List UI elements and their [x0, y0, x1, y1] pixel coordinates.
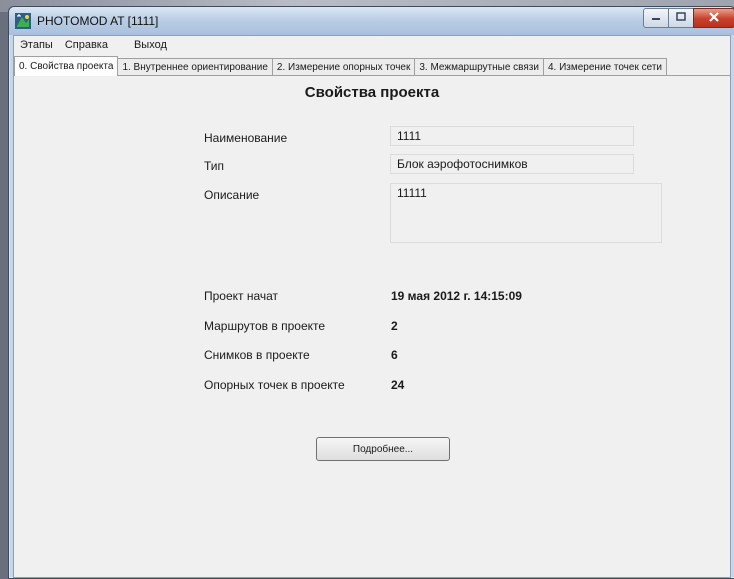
description-field[interactable]: 11111 — [390, 183, 662, 243]
project-properties-panel: Свойства проекта Наименование 1111 Тип Б… — [14, 76, 730, 577]
tab-interior-orientation[interactable]: 1. Внутреннее ориентирование — [117, 58, 273, 75]
window-title: PHOTOMOD AT [1111] — [37, 14, 159, 28]
photomod-app-icon — [15, 13, 31, 29]
maximize-icon — [676, 11, 686, 25]
name-field[interactable]: 1111 — [390, 126, 634, 146]
minimize-icon — [651, 11, 661, 25]
tab-network-points[interactable]: 4. Измерение точек сети — [542, 58, 667, 75]
project-started-label: Проект начат — [204, 289, 279, 303]
images-count-label: Снимков в проекте — [204, 348, 310, 362]
menu-help[interactable]: Справка — [59, 36, 114, 54]
control-points-count-value: 24 — [391, 378, 405, 392]
control-points-count-label: Опорных точек в проекте — [204, 378, 345, 392]
tab-tie-points[interactable]: 3. Межмаршрутные связи — [414, 58, 544, 75]
maximize-button[interactable] — [668, 8, 694, 28]
description-label: Описание — [204, 188, 260, 202]
page-title: Свойства проекта — [304, 84, 440, 101]
type-field[interactable]: Блок аэрофотоснимков — [390, 154, 634, 174]
client-area: Этапы Справка Выход 0. Свойства проекта … — [13, 35, 731, 578]
tab-project-properties[interactable]: 0. Свойства проекта — [14, 56, 119, 76]
routes-count-value: 2 — [391, 319, 398, 333]
project-started-value: 19 мая 2012 г. 14:15:09 — [391, 289, 522, 303]
menu-exit[interactable]: Выход — [128, 36, 173, 54]
details-button[interactable]: Подробнее... — [316, 437, 450, 461]
routes-count-label: Маршрутов в проекте — [204, 319, 326, 333]
type-label: Тип — [204, 159, 225, 173]
app-window: PHOTOMOD AT [1111] Этапы Справка Выход 0… — [8, 6, 734, 579]
title-bar[interactable]: PHOTOMOD AT [1111] — [9, 7, 734, 35]
images-count-value: 6 — [391, 348, 398, 362]
tab-control-points[interactable]: 2. Измерение опорных точек — [271, 58, 416, 75]
tab-strip: 0. Свойства проекта 1. Внутреннее ориент… — [14, 55, 730, 76]
menu-stages[interactable]: Этапы — [14, 36, 59, 54]
close-icon — [708, 11, 720, 26]
close-button[interactable] — [693, 8, 734, 28]
minimize-button[interactable] — [643, 8, 669, 28]
menu-bar: Этапы Справка Выход — [14, 36, 730, 54]
name-label: Наименование — [204, 131, 288, 145]
